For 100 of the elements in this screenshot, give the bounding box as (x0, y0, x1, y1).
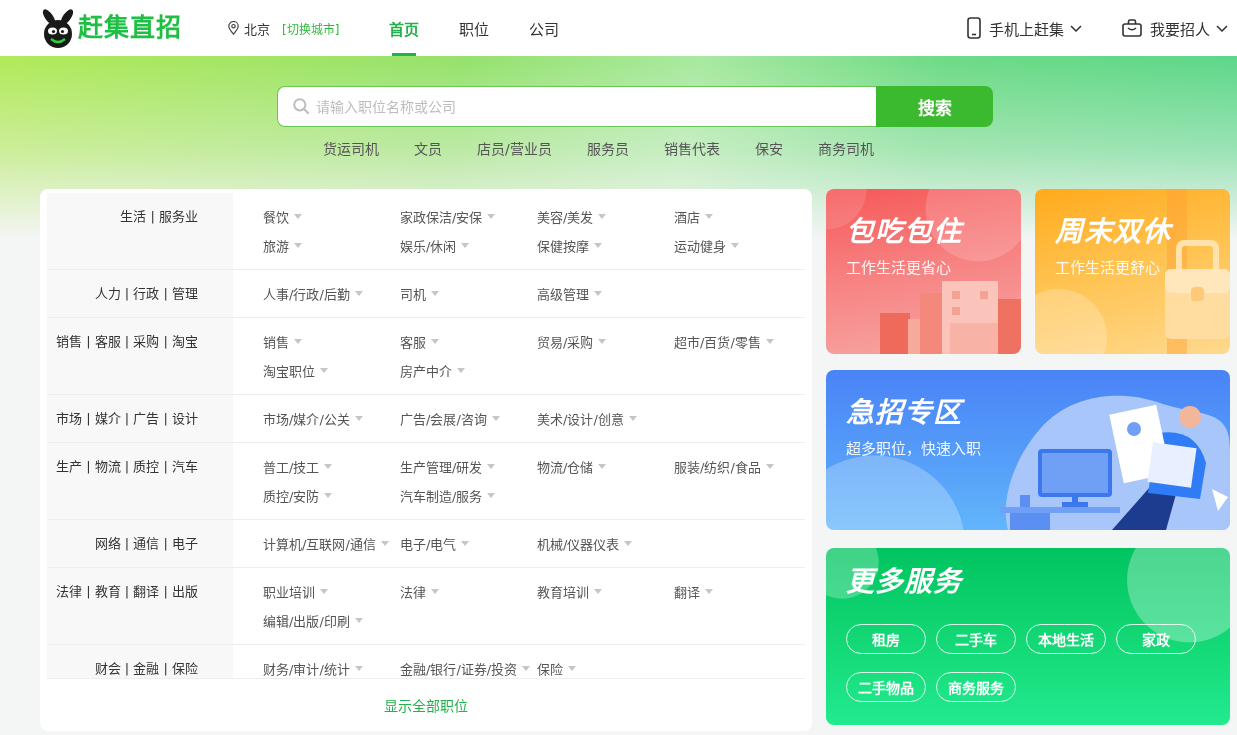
caret-icon (705, 589, 713, 594)
caret-icon (354, 618, 363, 623)
caret-icon (628, 416, 637, 421)
job-category-link[interactable]: 翻译 (674, 577, 713, 606)
caret-icon (294, 339, 302, 344)
category-heading: 生活 | 服务业 (47, 193, 233, 269)
job-category-link[interactable]: 服装/纺织/食品 (674, 452, 774, 481)
caret-icon (522, 666, 531, 671)
category-heading: 网络 | 通信 | 电子 (47, 520, 233, 567)
job-category-link[interactable]: 销售 (263, 327, 302, 356)
hot-keyword-link[interactable]: 销售代表 (663, 139, 720, 159)
caret-icon (294, 243, 302, 248)
job-category-link[interactable]: 房产中介 (400, 356, 465, 385)
job-category-link[interactable]: 计算机/互联网/通信 (263, 529, 389, 558)
promo-subtitle: 工作生活更舒心 (1055, 258, 1160, 278)
job-category-link[interactable]: 职业培训 (263, 577, 328, 606)
job-category-link[interactable]: 司机 (400, 279, 439, 308)
hot-keyword-link[interactable]: 商务司机 (817, 139, 874, 159)
chevron-down-icon (1070, 24, 1082, 32)
job-category-link[interactable]: 家政保洁/安保 (400, 202, 496, 231)
category-heading: 销售 | 客服 | 采购 | 淘宝 (47, 318, 233, 394)
job-category-link[interactable]: 机械/仪器仪表 (537, 529, 633, 558)
caret-icon (324, 464, 333, 469)
search-field[interactable]: 请输入职位名称或公司 (277, 86, 876, 127)
caret-icon (431, 291, 439, 296)
promo-subtitle: 超多职位，快速入职 (846, 439, 981, 459)
job-category-link[interactable]: 物流/仓储 (537, 452, 607, 481)
caret-icon (431, 589, 439, 594)
mobile-app-link[interactable]: 手机上赶集 (967, 17, 1082, 39)
job-category-link[interactable]: 保健按摩 (537, 231, 602, 260)
job-category-link[interactable]: 美术/设计/创意 (537, 404, 637, 433)
caret-icon (461, 541, 470, 546)
services-title: 更多服务 (846, 564, 962, 600)
job-category-link[interactable]: 餐饮 (263, 202, 302, 231)
job-category-link[interactable]: 金融/银行/证券/投资 (400, 654, 531, 678)
category-heading: 生产 | 物流 | 质控 | 汽车 (47, 443, 233, 519)
job-category-link[interactable]: 美容/美发 (537, 202, 607, 231)
job-category-link[interactable]: 高级管理 (537, 279, 602, 308)
caret-icon (568, 666, 576, 671)
caret-icon (705, 214, 713, 219)
job-category-link[interactable]: 生产管理/研发 (400, 452, 496, 481)
caret-icon (457, 368, 465, 373)
category-heading: 人力 | 行政 | 管理 (47, 270, 233, 317)
job-category-link[interactable]: 财务/审计/统计 (263, 654, 363, 678)
job-category-link[interactable]: 超市/百货/零售 (674, 327, 774, 356)
caret-icon (324, 493, 333, 498)
caret-icon (380, 541, 389, 546)
job-category-link[interactable]: 质控/安防 (263, 481, 333, 510)
job-category-link[interactable]: 保险 (537, 654, 576, 678)
caret-icon (598, 214, 607, 219)
caret-icon (765, 339, 774, 344)
caret-icon (487, 493, 496, 498)
job-category-link[interactable]: 广告/会展/咨询 (400, 404, 500, 433)
job-category-link[interactable]: 普工/技工 (263, 452, 333, 481)
caret-icon (294, 214, 302, 219)
job-category-link[interactable]: 贸易/采购 (537, 327, 607, 356)
caret-icon (354, 416, 363, 421)
hot-keyword-link[interactable]: 文员 (414, 139, 442, 159)
chevron-down-icon (1216, 24, 1228, 32)
caret-icon (354, 291, 363, 296)
hot-keyword-link[interactable]: 货运司机 (323, 139, 379, 159)
job-category-link[interactable]: 法律 (400, 577, 439, 606)
job-category-link[interactable]: 淘宝职位 (263, 356, 328, 385)
caret-icon (320, 589, 328, 594)
caret-icon (731, 243, 739, 248)
caret-icon (624, 541, 633, 546)
rabbit-head-icon (40, 8, 76, 48)
job-category-link[interactable]: 汽车制造/服务 (400, 481, 496, 510)
caret-icon (594, 589, 602, 594)
hot-keyword-link[interactable]: 服务员 (586, 139, 629, 159)
job-category-link[interactable]: 客服 (400, 327, 439, 356)
nav-tab[interactable]: 职位 (459, 0, 490, 56)
promo-subtitle: 工作生活更省心 (846, 258, 951, 278)
caret-icon (491, 416, 500, 421)
job-category-link[interactable]: 娱乐/休闲 (400, 231, 470, 260)
job-category-link[interactable]: 酒店 (674, 202, 713, 231)
hot-keyword-link[interactable]: 店员/营业员 (477, 139, 552, 159)
job-category-link[interactable]: 运动健身 (674, 231, 739, 260)
city-name: 北京 (244, 20, 270, 38)
caret-icon (487, 464, 496, 469)
hot-keyword-link[interactable]: 保安 (754, 139, 783, 159)
job-category-link[interactable]: 编辑/出版/印刷 (263, 606, 363, 635)
job-category-link[interactable]: 市场/媒介/公关 (263, 404, 363, 433)
job-category-link[interactable]: 电子/电气 (400, 529, 470, 558)
caret-icon (487, 214, 496, 219)
location-pin-icon (228, 21, 239, 35)
job-category-link[interactable]: 旅游 (263, 231, 302, 260)
caret-icon (598, 339, 607, 344)
caret-icon (598, 464, 607, 469)
job-category-link[interactable]: 教育培训 (537, 577, 602, 606)
category-heading: 财会 | 金融 | 保险 (47, 645, 233, 678)
nav-tab[interactable]: 公司 (529, 0, 560, 56)
caret-icon (765, 464, 774, 469)
bag-icon (1122, 19, 1142, 37)
caret-icon (461, 243, 470, 248)
phone-icon (967, 17, 981, 39)
recruit-link[interactable]: 我要招人 (1122, 17, 1228, 39)
job-category-link[interactable]: 人事/行政/后勤 (263, 279, 363, 308)
caret-icon (320, 368, 328, 373)
search-icon (293, 98, 309, 114)
